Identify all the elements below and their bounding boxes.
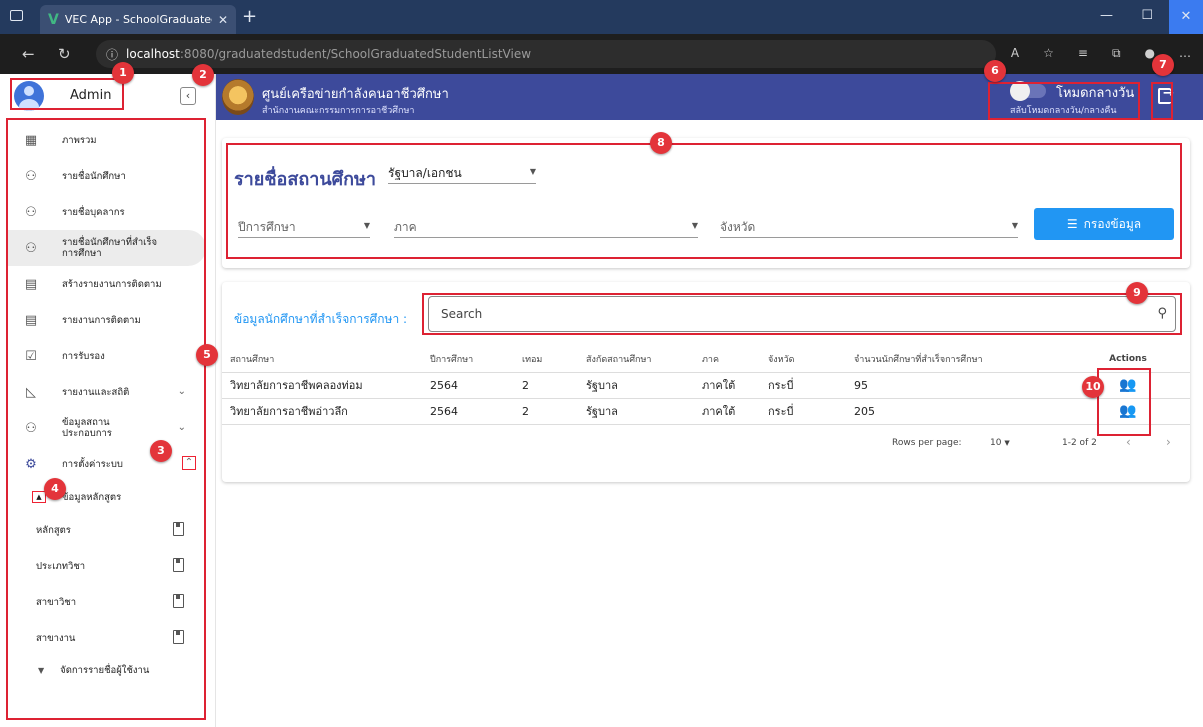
url-field[interactable]: ⓘ localhost:8080/graduatedstudent/School…	[96, 40, 996, 68]
back-icon[interactable]: ←	[22, 45, 35, 63]
graduates-title: ข้อมูลนักศึกษาที่สำเร็จการศึกษา :	[234, 312, 408, 326]
cell-graduate-count: 95	[846, 372, 1058, 399]
table-row: วิทยาลัยการอาชีพอ่าวลึก 2564 2 รัฐบาล ภา…	[222, 398, 1190, 425]
column-header[interactable]: จังหวัด	[760, 346, 846, 373]
prev-page-icon[interactable]: ‹	[1126, 435, 1131, 449]
column-header[interactable]: สถานศึกษา	[222, 346, 422, 373]
cell-school: วิทยาลัยการอาชีพคลองท่อม	[222, 372, 422, 399]
cell-region: ภาคใต้	[694, 398, 760, 425]
annotation-badge-7: 7	[1152, 54, 1174, 76]
graduates-table: สถานศึกษา ปีการศึกษา เทอม สังกัดสถานศึกษ…	[222, 346, 1190, 425]
address-bar: ← ↻ ⓘ localhost:8080/graduatedstudent/Sc…	[0, 34, 1203, 74]
refresh-icon[interactable]: ↻	[58, 45, 71, 63]
minimize-icon[interactable]: —	[1100, 8, 1113, 23]
annotation-box-8	[226, 143, 1182, 259]
organization-name: ศูนย์เครือข่ายกำลังคนอาชีวศึกษา	[262, 87, 449, 102]
table-header-row: สถานศึกษา ปีการศึกษา เทอม สังกัดสถานศึกษ…	[222, 346, 1190, 373]
rows-per-page-value: 10	[990, 438, 1002, 448]
organization-subtitle: สำนักงานคณะกรรมการการอาชีวศึกษา	[262, 106, 415, 116]
column-header[interactable]: เทอม	[514, 346, 578, 373]
new-tab-icon[interactable]: +	[242, 6, 257, 27]
tab-title: VEC App - SchoolGraduatedStuc	[64, 13, 212, 26]
rows-per-page-label: Rows per page:	[892, 438, 962, 448]
column-header[interactable]: ภาค	[694, 346, 760, 373]
browser-tabbar: V VEC App - SchoolGraduatedStuc ✕ + — ☐ …	[0, 0, 1203, 34]
annotation-badge-4: 4	[44, 478, 66, 500]
cell-school: วิทยาลัยการอาชีพอ่าวลึก	[222, 398, 422, 425]
annotation-box-1	[10, 78, 124, 110]
favorite-icon[interactable]: ☆	[1043, 46, 1054, 61]
cell-graduate-count: 205	[846, 398, 1058, 425]
annotation-badge-10: 10	[1082, 376, 1104, 398]
annotation-badge-5: 5	[196, 344, 218, 366]
info-icon: ⓘ	[106, 47, 119, 62]
cell-affiliation: รัฐบาล	[578, 398, 694, 425]
annotation-badge-3: 3	[150, 440, 172, 462]
cell-province: กระบี่	[760, 398, 846, 425]
annotation-box-5	[6, 118, 206, 720]
next-page-icon[interactable]: ›	[1166, 435, 1171, 449]
page-range: 1-2 of 2	[1062, 438, 1097, 448]
table-pagination: Rows per page: 10 ▼ 1-2 of 2 ‹ ›	[222, 428, 1190, 458]
cell-year: 2564	[422, 372, 514, 399]
cell-affiliation: รัฐบาล	[578, 372, 694, 399]
column-header[interactable]: ปีการศึกษา	[422, 346, 514, 373]
url-path: :8080/graduatedstudent/SchoolGraduatedSt…	[179, 47, 532, 61]
annotation-box-10	[1097, 368, 1151, 436]
dropdown-arrow-icon: ▼	[1004, 439, 1010, 447]
column-header[interactable]: สังกัดสถานศึกษา	[578, 346, 694, 373]
collapse-sidebar-button[interactable]: ‹	[180, 87, 196, 105]
annotation-badge-8: 8	[650, 132, 672, 154]
cell-term: 2	[514, 372, 578, 399]
organization-seal-logo	[222, 79, 254, 115]
url-host: localhost	[126, 47, 180, 61]
close-window-icon[interactable]: ✕	[1169, 0, 1203, 34]
annotation-box-7	[1151, 82, 1173, 120]
column-header[interactable]: จำนวนนักศึกษาที่สำเร็จการศึกษา	[846, 346, 1058, 373]
annotation-box-9	[422, 293, 1182, 335]
cell-term: 2	[514, 398, 578, 425]
annotation-badge-2: 2	[192, 64, 214, 86]
table-row: วิทยาลัยการอาชีพคลองท่อม 2564 2 รัฐบาล ภ…	[222, 372, 1190, 399]
cell-province: กระบี่	[760, 372, 846, 399]
maximize-icon[interactable]: ☐	[1141, 8, 1153, 23]
favorites-list-icon[interactable]: ≡	[1078, 46, 1088, 61]
more-icon[interactable]: …	[1179, 46, 1191, 61]
window-icon[interactable]	[10, 10, 23, 21]
annotation-box-6	[988, 82, 1140, 120]
cell-year: 2564	[422, 398, 514, 425]
cell-region: ภาคใต้	[694, 372, 760, 399]
collections-icon[interactable]: ⧉	[1112, 46, 1121, 61]
read-aloud-icon[interactable]: A	[1011, 46, 1019, 61]
close-tab-icon[interactable]: ✕	[218, 13, 228, 27]
browser-tab[interactable]: V VEC App - SchoolGraduatedStuc ✕	[40, 5, 236, 34]
annotation-badge-9: 9	[1126, 282, 1148, 304]
rows-per-page-select[interactable]: 10 ▼	[990, 438, 1010, 448]
vue-logo-icon: V	[48, 11, 59, 28]
annotation-badge-1: 1	[112, 62, 134, 84]
annotation-badge-6: 6	[984, 60, 1006, 82]
